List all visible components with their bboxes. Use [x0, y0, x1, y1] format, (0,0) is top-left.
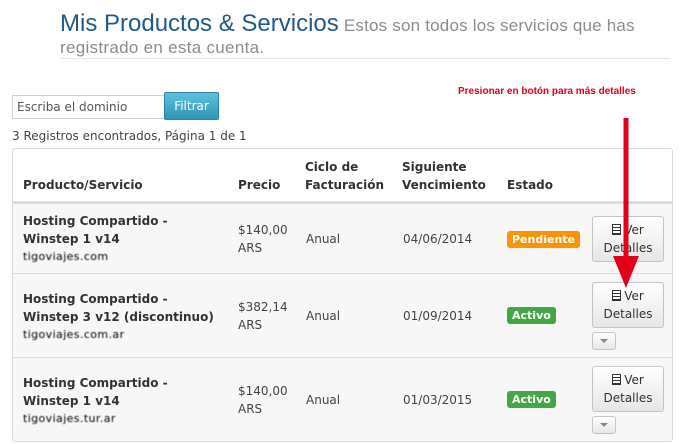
dropdown-caret-button[interactable]: [592, 332, 616, 350]
column-header-cycle[interactable]: Ciclo de Facturación: [305, 158, 384, 194]
domain-text[interactable]: tigoviajes.com: [23, 250, 109, 263]
billing-cycle: Anual: [306, 309, 341, 323]
price-currency: ARS: [238, 402, 263, 416]
status-badge: Activo: [507, 391, 556, 408]
price-amount: $140,00: [238, 223, 288, 237]
view-details-button[interactable]: Ver Detalles: [592, 366, 664, 412]
table-row: Hosting Compartido - Winstep 1 v14 tigov…: [13, 357, 672, 441]
price-currency: ARS: [238, 318, 263, 332]
header-divider: [60, 58, 670, 59]
document-icon: [612, 374, 622, 385]
billing-cycle: Anual: [306, 232, 341, 246]
document-icon: [612, 224, 622, 235]
product-name-line2: Winstep 1 v14: [23, 394, 120, 408]
column-header-status[interactable]: Estado: [507, 176, 553, 194]
annotation-note: Presionar en botón para más detalles: [458, 86, 636, 97]
column-header-cycle-line1: Ciclo de: [305, 160, 359, 174]
domain-text[interactable]: tigoviajes.com.ar: [23, 328, 125, 341]
domain-text[interactable]: tigoviajes.tur.ar: [23, 412, 116, 425]
page-subtitle: Estos son todos los servicios que has: [343, 16, 635, 35]
billing-cycle: Anual: [306, 393, 341, 407]
table-row: Hosting Compartido - Winstep 1 v14 tigov…: [13, 203, 672, 273]
view-details-label-2: Detalles: [603, 307, 653, 321]
column-header-price[interactable]: Precio: [238, 176, 280, 194]
table-row: Hosting Compartido - Winstep 3 v12 (disc…: [13, 273, 672, 357]
view-details-label-1: Ver: [624, 289, 644, 303]
next-due-date: 01/03/2015: [403, 393, 473, 407]
view-details-label-2: Detalles: [603, 241, 653, 255]
product-name-line2: Winstep 3 v12 (discontinuo): [23, 310, 214, 324]
view-details-button[interactable]: Ver Detalles: [592, 282, 664, 328]
product-name: Hosting Compartido - Winstep 3 v12 (disc…: [23, 290, 214, 326]
document-icon: [612, 290, 622, 301]
column-header-cycle-line2: Facturación: [305, 178, 385, 192]
product-name-line2: Winstep 1 v14: [23, 232, 120, 246]
services-table: Producto/Servicio Precio Ciclo de Factur…: [12, 148, 673, 442]
page-header: Mis Productos & Servicios Estos son todo…: [60, 10, 680, 38]
status-badge: Activo: [507, 307, 556, 324]
next-due-date: 04/06/2014: [403, 232, 473, 246]
view-details-label-1: Ver: [624, 373, 644, 387]
product-name-line1: Hosting Compartido -: [23, 292, 168, 306]
column-header-next-due[interactable]: Siguiente Vencimiento: [402, 158, 486, 194]
price: $140,00 ARS: [238, 382, 288, 418]
view-details-button[interactable]: Ver Detalles: [592, 216, 664, 262]
product-name-line1: Hosting Compartido -: [23, 214, 168, 228]
product-name-line1: Hosting Compartido -: [23, 376, 168, 390]
page-title: Mis Productos & Servicios: [60, 10, 339, 37]
column-header-next-line2: Vencimiento: [402, 178, 486, 192]
product-name: Hosting Compartido - Winstep 1 v14: [23, 374, 168, 410]
status-badge: Pendiente: [507, 231, 581, 248]
records-count: 3 Registros encontrados, Página 1 de 1: [12, 129, 247, 143]
page-subtitle-continued: registrado en esta cuenta.: [60, 38, 265, 57]
next-due-date: 01/09/2014: [403, 309, 473, 323]
price-amount: $382,14: [238, 300, 288, 314]
column-header-product[interactable]: Producto/Servicio: [23, 176, 143, 194]
filter-button[interactable]: Filtrar: [164, 92, 219, 120]
dropdown-caret-button[interactable]: [592, 416, 616, 434]
price: $382,14 ARS: [238, 298, 288, 334]
view-details-label-1: Ver: [624, 223, 644, 237]
domain-filter-input[interactable]: [12, 95, 165, 119]
price: $140,00 ARS: [238, 221, 288, 257]
product-name: Hosting Compartido - Winstep 1 v14: [23, 212, 168, 248]
price-currency: ARS: [238, 241, 263, 255]
price-amount: $140,00: [238, 384, 288, 398]
view-details-label-2: Detalles: [603, 391, 653, 405]
column-header-next-line1: Siguiente: [402, 160, 467, 174]
